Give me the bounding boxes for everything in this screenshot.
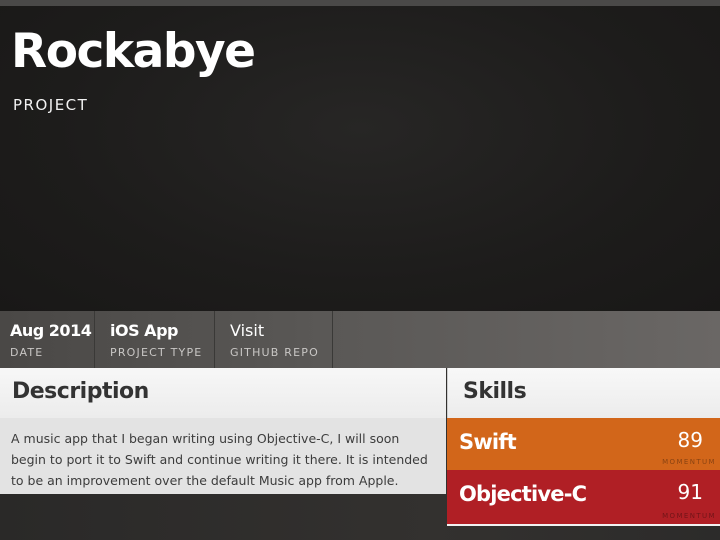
description-panel: Description A music app that I began wri… xyxy=(0,368,446,494)
meta-date: Aug 2014 DATE xyxy=(0,311,95,368)
skill-item-objective-c: Objective-C 91 MOMENTUM xyxy=(447,470,720,524)
github-repo-link-text[interactable]: Visit xyxy=(230,321,332,341)
meta-project-type: iOS App PROJECT TYPE xyxy=(95,311,215,368)
skill-score-label: MOMENTUM xyxy=(662,512,716,520)
project-meta-bar: Aug 2014 DATE iOS App PROJECT TYPE Visit… xyxy=(0,311,720,368)
skill-score-label: MOMENTUM xyxy=(662,458,716,466)
github-repo-label: GITHUB REPO xyxy=(230,346,319,359)
skill-score: 89 xyxy=(677,428,703,452)
skills-panel: Skills Swift 89 MOMENTUM Objective-C 91 … xyxy=(447,368,720,526)
github-repo-link[interactable]: Visit GITHUB REPO xyxy=(215,311,333,368)
description-text: A music app that I began writing using O… xyxy=(11,431,428,488)
meta-date-value: Aug 2014 xyxy=(10,321,92,340)
meta-project-type-label: PROJECT TYPE xyxy=(110,346,203,359)
skills-title: Skills xyxy=(463,379,527,404)
page-title: Rockabye xyxy=(11,24,256,79)
description-title: Description xyxy=(12,379,149,404)
meta-date-label: DATE xyxy=(10,346,44,359)
hero-section: Rockabye PROJECT xyxy=(0,6,720,311)
meta-project-type-value: iOS App xyxy=(110,321,178,340)
skill-name: Swift xyxy=(459,430,517,454)
skill-name: Objective-C xyxy=(459,482,587,506)
skill-item-swift: Swift 89 MOMENTUM xyxy=(447,418,720,470)
skills-header: Skills xyxy=(447,368,720,418)
description-header: Description xyxy=(0,368,446,418)
skill-score: 91 xyxy=(677,480,703,504)
page-subtitle: PROJECT xyxy=(13,96,89,114)
